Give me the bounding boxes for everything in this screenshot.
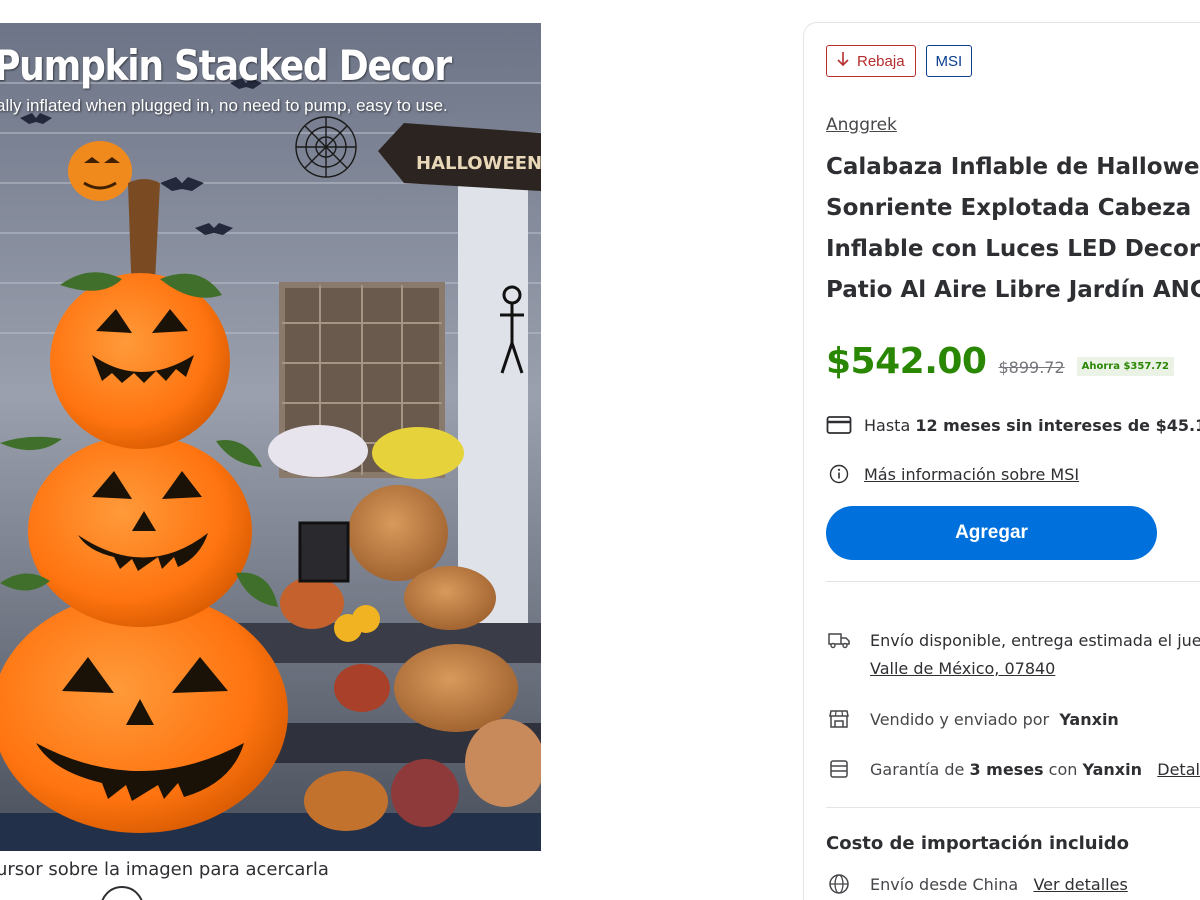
installments-detail: 12 meses sin intereses de $45.17: [915, 415, 1200, 435]
shipping-row: Envío disponible, entrega estimada el ju…: [826, 629, 1200, 651]
pumpkin-photo: HALLOWEEN P: [0, 23, 541, 851]
warranty-row: Garantía de 3 meses con Yanxin Detalles: [826, 758, 1200, 780]
divider: [826, 807, 1200, 808]
sale-badge-label: Rebaja: [857, 52, 905, 70]
ship-from-row: Envío desde China Ver detalles: [826, 873, 1128, 895]
product-title-line: Patio Al Aire Libre Jardín ANGG: [826, 277, 1200, 303]
warranty-with: con: [1048, 759, 1078, 779]
product-title-line: Inflable con Luces LED Decoraci: [826, 236, 1200, 262]
product-title-line: Calabaza Inflable de Halloween 3: [826, 154, 1200, 180]
import-cost-heading: Costo de importación incluido: [826, 833, 1130, 854]
savings-badge: Ahorra $357.72: [1076, 357, 1175, 376]
product-image[interactable]: HALLOWEEN Pumpkin Stacked Decor ally inf…: [0, 23, 541, 851]
installments-prefix: Hasta: [864, 415, 911, 435]
warranty-details-link[interactable]: Detalles: [1157, 760, 1200, 779]
shipping-location-row: Valle de México, 07840: [870, 659, 1055, 678]
ship-from-text: Envío desde China: [870, 874, 1019, 894]
divider: [826, 581, 1200, 582]
zoom-hint: ursor sobre la imagen para acercarla: [0, 859, 329, 880]
image-title: Pumpkin Stacked Decor: [0, 41, 452, 90]
halloween-sign-text: HALLOWEEN P: [416, 153, 541, 174]
seller-name: Yanxin: [1059, 709, 1119, 729]
truck-icon: [826, 629, 852, 651]
product-title-line: Sonriente Explotada Cabeza de: [826, 195, 1200, 221]
msi-info-row: Más información sobre MSI: [826, 463, 1079, 485]
product-title: Calabaza Inflable de Halloween 3 Sonrien…: [826, 147, 1200, 311]
seller-row: Vendido y enviado por Yanxin: [826, 708, 1119, 730]
shipping-location-link[interactable]: Valle de México, 07840: [870, 659, 1055, 678]
globe-icon: [826, 873, 852, 895]
badges: Rebaja MSI: [826, 45, 973, 77]
msi-badge: MSI: [925, 45, 973, 77]
msi-info-link[interactable]: Más información sobre MSI: [864, 465, 1079, 484]
shield-icon: [826, 758, 852, 780]
ship-from-details-link[interactable]: Ver detalles: [1033, 875, 1127, 894]
arrow-down-icon: [837, 51, 849, 71]
warranty-seller: Yanxin: [1082, 759, 1142, 779]
store-icon: [826, 708, 852, 730]
buy-box: Rebaja MSI Anggrek Calabaza Inflable de …: [803, 22, 1200, 900]
carousel-control-button[interactable]: [100, 886, 144, 900]
shipping-text: Envío disponible, entrega estimada el ju…: [870, 630, 1200, 650]
price-row: $542.00 $899.72 Ahorra $357.72: [826, 341, 1175, 382]
current-price: $542.00: [826, 341, 987, 382]
sold-by-prefix: Vendido y enviado por: [870, 709, 1050, 729]
image-subtitle: ally inflated when plugged in, no need t…: [0, 96, 448, 115]
original-price: $899.72: [998, 358, 1065, 377]
warranty-prefix: Garantía de: [870, 759, 965, 779]
credit-card-icon: [826, 414, 852, 436]
add-to-cart-button[interactable]: Agregar: [826, 506, 1157, 560]
info-icon: [826, 463, 852, 485]
brand-link[interactable]: Anggrek: [826, 115, 897, 135]
warranty-duration: 3 meses: [969, 759, 1044, 779]
sale-badge: Rebaja: [826, 45, 916, 77]
installments-row: Hasta 12 meses sin intereses de $45.17: [826, 414, 1200, 436]
